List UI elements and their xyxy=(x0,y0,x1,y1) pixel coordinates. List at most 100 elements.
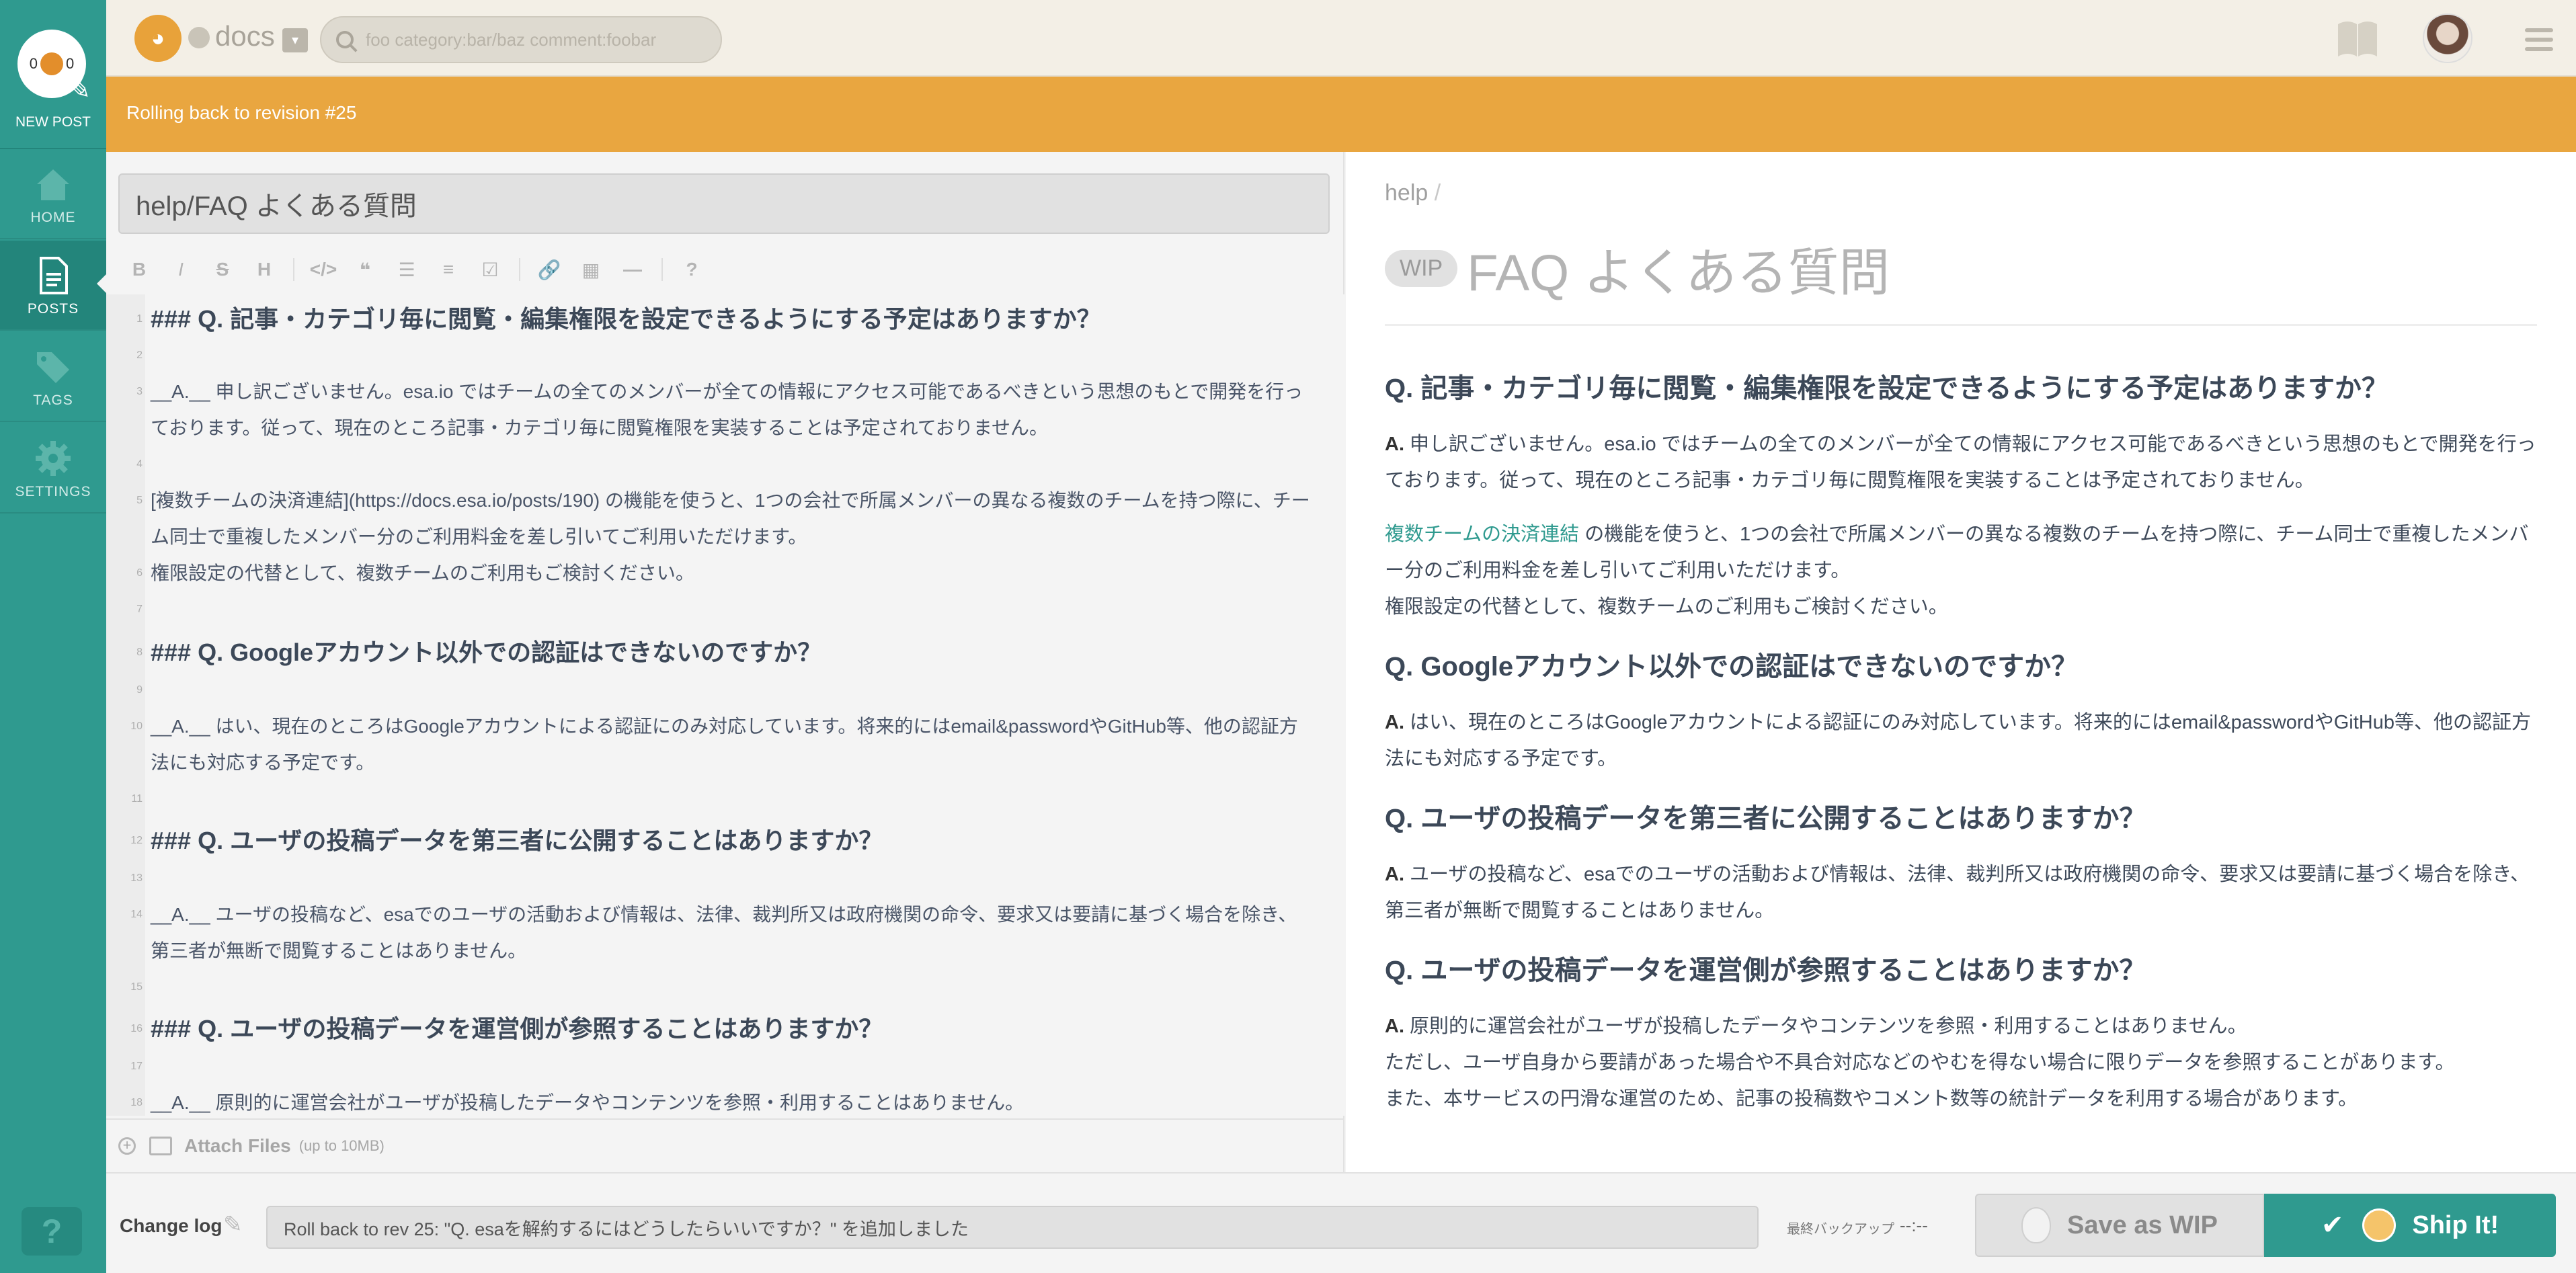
menu-icon[interactable] xyxy=(2525,28,2553,51)
line-number: 6 xyxy=(136,567,143,579)
strikethrough-button[interactable]: S xyxy=(202,259,243,280)
horizontal-rule-button[interactable]: — xyxy=(612,259,653,280)
attach-size-limit: (up to 10MB) xyxy=(298,1137,385,1154)
chick-icon xyxy=(2362,1208,2397,1242)
tags-icon xyxy=(37,352,69,383)
answer-text: 権限設定の代替として、複数チームのご利用もご検討ください。 xyxy=(1385,596,1948,618)
sidebar-item-label: TAGS xyxy=(33,393,73,408)
line-number: 13 xyxy=(130,872,143,884)
breadcrumb: help / xyxy=(1385,180,1441,206)
help-circle-icon[interactable]: ? xyxy=(671,259,713,280)
search-icon xyxy=(336,31,354,48)
answer-prefix: A. xyxy=(1385,1016,1404,1037)
editor-toolbar: B I S H </> ❝ ☰ ≡ ☑ 🔗 ▦ — ? xyxy=(118,246,713,293)
preview-body: Q. 記事・カテゴリ毎に閲覧・編集権限を設定できるようにする予定はありますか？ … xyxy=(1385,347,2537,1135)
sidebar-item-settings[interactable]: SETTINGS xyxy=(0,423,106,514)
search-box[interactable] xyxy=(320,16,722,63)
task-list-button[interactable]: ☑ xyxy=(469,259,511,281)
answer-text: 申し訳ございません。esa.io ではチームの全てのメンバーが全ての情報にアクセ… xyxy=(1385,434,2536,491)
book-icon[interactable] xyxy=(2334,15,2381,62)
attach-files-label: Attach Files xyxy=(184,1135,291,1156)
save-as-wip-button[interactable]: Save as WIP xyxy=(1975,1194,2264,1257)
ship-it-button[interactable]: ✔ Ship It! xyxy=(2264,1194,2556,1257)
faq-question: Q. 記事・カテゴリ毎に閲覧・編集権限を設定できるようにする予定はありますか？ xyxy=(1385,374,2388,403)
changelog-input[interactable] xyxy=(266,1206,1759,1249)
line-number: 7 xyxy=(136,604,143,615)
answer-text: 原則的に運営会社がユーザが投稿したデータやコンテンツを参照・利用することはありま… xyxy=(1404,1016,2247,1037)
new-post-count-left: 0 xyxy=(29,55,38,72)
line-number: 2 xyxy=(136,350,143,361)
answer-prefix: A. xyxy=(1385,864,1404,885)
line-number: 5 xyxy=(136,495,143,506)
new-post-count-right: 0 xyxy=(66,55,75,72)
search-input[interactable] xyxy=(366,29,702,50)
line-number: 3 xyxy=(136,386,143,397)
egg-icon xyxy=(2021,1207,2052,1243)
team-name[interactable]: docs xyxy=(215,20,275,52)
bold-button[interactable]: B xyxy=(118,259,160,280)
faq-question: Q. ユーザの投稿データを第三者に公開することはありますか？ xyxy=(1385,804,2146,833)
answer-text: はい、現在のところはGoogleアカウントによる認証にのみ対応しています。将来的… xyxy=(1385,712,2531,770)
sidebar-item-label: HOME xyxy=(30,210,76,225)
line-content: ### Q. ユーザの投稿データを運営側が参照することはありますか？ xyxy=(151,1015,883,1042)
user-avatar[interactable] xyxy=(2423,13,2472,63)
line-content: __A.__ 原則的に運営会社がユーザが投稿したデータやコンテンツを参照・利用す… xyxy=(151,1092,1024,1113)
last-backup-label: 最終バックアップ xyxy=(1787,1222,1894,1237)
attach-files-bar[interactable]: + Attach Files (up to 10MB) xyxy=(106,1118,1344,1172)
line-number: 18 xyxy=(130,1097,143,1108)
changelog-label: Change log xyxy=(120,1215,223,1236)
link-button[interactable]: 🔗 xyxy=(528,259,570,281)
answer-text: ユーザの投稿など、esaでのユーザの活動および情報は、法律、裁判所又は政府機関の… xyxy=(1385,864,2530,921)
line-number: 16 xyxy=(130,1023,143,1034)
line-number: 11 xyxy=(131,793,143,805)
pencil-icon: ✎ xyxy=(67,73,91,105)
sidebar-item-posts[interactable]: POSTS xyxy=(0,241,106,331)
team-billing-link[interactable]: 複数チームの決済連結 xyxy=(1385,524,1579,545)
bullet-list-button[interactable]: ☰ xyxy=(386,259,428,281)
line-content: __A.__ はい、現在のところはGoogleアカウントによる認証にのみ対応して… xyxy=(151,716,1298,773)
faq-question: Q. ユーザの投稿データを運営側が参照することはありますか？ xyxy=(1385,956,2146,985)
last-backup-time: --:-- xyxy=(1900,1215,1928,1235)
italic-button[interactable]: I xyxy=(160,259,202,280)
preview-pane: help / WIP FAQ よくある質問 Q. 記事・カテゴリ毎に閲覧・編集権… xyxy=(1346,152,2576,1172)
line-number: 17 xyxy=(130,1061,143,1072)
line-content: [複数チームの決済連結](https://docs.esa.io/posts/1… xyxy=(151,490,1310,547)
markdown-editor[interactable]: 1 ### Q. 記事・カテゴリ毎に閲覧・編集権限を設定できるようにする予定はあり… xyxy=(106,294,1344,1116)
line-content: ### Q. ユーザの投稿データを第三者に公開することはありますか？ xyxy=(151,827,883,854)
numbered-list-button[interactable]: ≡ xyxy=(428,259,469,280)
faq-answer: A. 申し訳ございません。esa.io ではチームの全てのメンバーが全ての情報に… xyxy=(1385,426,2537,499)
esa-logo-icon[interactable]: ◕ xyxy=(134,15,182,62)
line-content: ### Q. Googleアカウント以外での認証はできないのですか？ xyxy=(151,639,822,666)
add-circle-icon: + xyxy=(118,1137,136,1155)
line-content: __A.__ 申し訳ございません。esa.io ではチームの全てのメンバーが全て… xyxy=(151,381,1303,438)
answer-text: また、本サービスの円滑な運営のため、記事の投稿数やコメント数等の統計データを利用… xyxy=(1385,1088,2358,1110)
quote-button[interactable]: ❝ xyxy=(344,259,386,281)
sidebar-item-tags[interactable]: TAGS xyxy=(0,332,106,422)
breadcrumb-separator: / xyxy=(1434,180,1441,206)
wip-badge: WIP xyxy=(1385,249,1458,287)
answer-prefix: A. xyxy=(1385,712,1404,733)
toolbar-divider xyxy=(293,258,294,281)
preview-title-text: FAQ よくある質問 xyxy=(1467,245,1890,302)
pencil-slash-icon[interactable]: ✎ xyxy=(223,1211,243,1238)
line-number: 12 xyxy=(130,835,143,846)
image-icon xyxy=(149,1137,172,1155)
heading-button[interactable]: H xyxy=(243,259,285,280)
sidebar-item-home[interactable]: HOME xyxy=(0,149,106,239)
breadcrumb-category[interactable]: help xyxy=(1385,180,1428,206)
sidebar: 0 0 ✎ NEW POST HOME POSTS TAGS SETTINGS … xyxy=(0,0,106,1273)
faq-question: Q. Googleアカウント以外での認証はできないのですか？ xyxy=(1385,652,2079,682)
line-number: 14 xyxy=(130,909,143,920)
settings-icon xyxy=(36,441,71,476)
posts-icon xyxy=(40,257,68,294)
line-content: 権限設定の代替として、複数チームのご利用もご検討ください。 xyxy=(151,563,694,583)
line-content: __A.__ ユーザの投稿など、esaでのユーザの活動および情報は、法律、裁判所… xyxy=(151,904,1297,961)
new-post-button[interactable]: 0 0 ✎ NEW POST xyxy=(0,0,106,149)
team-dropdown-caret-icon[interactable]: ▾ xyxy=(282,28,308,52)
line-number: 10 xyxy=(130,721,143,732)
line-number: 9 xyxy=(136,684,143,696)
help-button[interactable]: ? xyxy=(22,1207,82,1256)
code-button[interactable]: </> xyxy=(303,259,344,280)
post-title-input[interactable] xyxy=(118,173,1330,234)
table-button[interactable]: ▦ xyxy=(570,259,612,281)
